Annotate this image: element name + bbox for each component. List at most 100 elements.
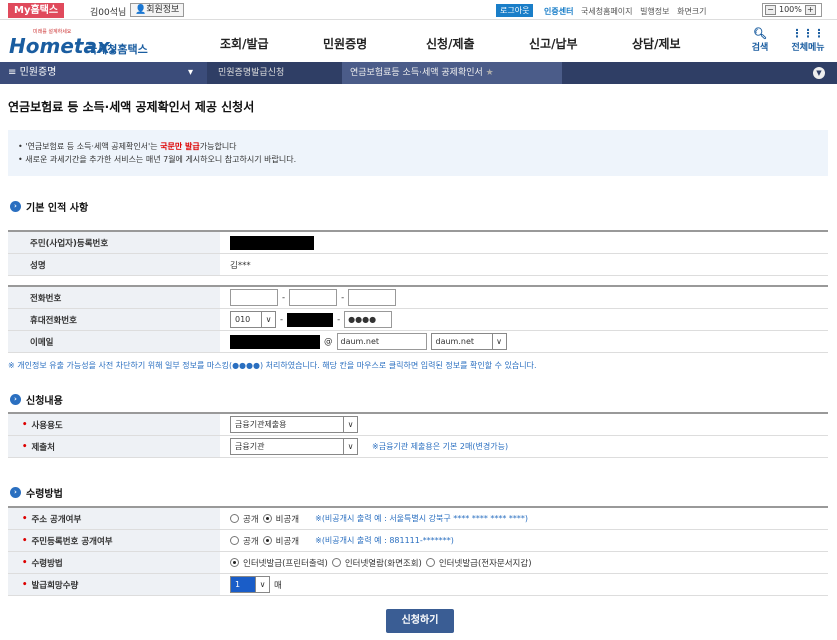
email-domain-select[interactable]: daum.net ∨: [430, 333, 507, 350]
search-button[interactable]: 🔍︎ 검색: [745, 27, 775, 53]
page-title: 연금보험료 등 소득·세액 공제확인서 제공 신청서: [8, 100, 255, 114]
table-row: • 수령방법 인터넷발급(프린터출력) 인터넷열람(화면조회) 인터넷발급(전자문…: [8, 552, 828, 574]
table-row: • 발급희망수량 1 ∨ 매: [8, 574, 828, 596]
email-domain-field[interactable]: daum.net: [336, 333, 427, 350]
method-label: • 수령방법: [8, 552, 220, 573]
usage-label: • 사용용도: [8, 414, 220, 435]
addr-note: ※(비공개시 출력 예 : 서울특별시 강북구 **** **** **** *…: [315, 514, 529, 523]
menu-application[interactable]: 신청/제출: [426, 35, 529, 52]
table-row: • 주소 공개여부 공개 비공개 ※(비공개시 출력 예 : 서울특별시 강북구 …: [8, 508, 828, 530]
addr-public-radio[interactable]: [230, 514, 239, 523]
law-info-link[interactable]: 빌행정보: [640, 7, 669, 16]
chevron-down-icon: ∨: [491, 334, 506, 349]
section-apply: › 신청내용: [10, 392, 63, 407]
table-row: 전화번호 - -: [8, 287, 828, 309]
person-icon: 👤: [135, 5, 147, 15]
table-row: 성명 김***: [8, 254, 828, 276]
top-menu: 조회/발급 민원증명 신청/제출 신고/납부 상담/제보: [220, 35, 735, 52]
table-row: • 제출처 금융기관 ∨ ※금융기관 제출용은 기본 2매(변경가능): [8, 436, 828, 458]
grid-icon: ⋮⋮⋮: [791, 27, 825, 40]
all-menu-button[interactable]: ⋮⋮⋮ 전체메뉴: [785, 27, 831, 53]
phone-field-3[interactable]: [348, 289, 397, 306]
mobile-middle-masked[interactable]: [287, 312, 334, 327]
mobile-label: 휴대전화번호: [8, 309, 220, 330]
rrn-public-radio[interactable]: [230, 536, 239, 545]
zoom-control: − 100% +: [762, 3, 822, 17]
submit-to-label: • 제출처: [8, 436, 220, 457]
cert-center-link[interactable]: 인증센터: [544, 7, 573, 16]
notice-box: • '연금보험료 등 소득·세액 공제확인서'는 국문만 발급가능합니다 • 새…: [8, 130, 828, 176]
circle-arrow-icon: ›: [10, 487, 21, 498]
nts-homepage-link[interactable]: 국세청홈페이지: [581, 7, 633, 16]
star-icon[interactable]: ★: [486, 68, 494, 78]
logo-brand-kr: 국세청홈택스: [87, 43, 148, 56]
submit-button[interactable]: 신청하기: [386, 609, 454, 633]
phone-label: 전화번호: [8, 287, 220, 308]
menu-inquiry[interactable]: 조회/발급: [220, 35, 323, 52]
dropdown-icon: ▾: [188, 67, 194, 78]
rrn-note: ※(비공개시 출력 예 : 881111-*******): [315, 536, 454, 545]
section-basic-info: › 기본 인적 사항: [10, 199, 88, 214]
basic-info-table: 주민(사업자)등록번호 성명 김***: [8, 230, 828, 276]
rrn-label: 주민(사업자)등록번호: [8, 232, 220, 253]
menu-icon: ≡: [8, 67, 20, 78]
submit-to-note: ※금융기관 제출용은 기본 2매(변경가능): [372, 442, 509, 451]
receive-table: • 주소 공개여부 공개 비공개 ※(비공개시 출력 예 : 서울특별시 강북구 …: [8, 506, 828, 596]
copies-label: • 발급희망수량: [8, 574, 220, 595]
top-links: 인증센터 국세청홈페이지 빌행정보 화면크기: [544, 6, 712, 17]
chevron-down-icon[interactable]: ▼: [813, 67, 825, 79]
name-value: 김***: [230, 260, 251, 271]
member-info-button[interactable]: 👤회원정보: [130, 3, 185, 17]
chevron-down-icon: ∨: [261, 312, 275, 327]
mobile-prefix-select[interactable]: 010 ∨: [230, 311, 276, 328]
logout-button[interactable]: 로그아웃: [496, 4, 534, 17]
section-receive: › 수령방법: [10, 485, 63, 500]
search-icon: 🔍︎: [753, 27, 767, 40]
circle-arrow-icon: ›: [10, 394, 21, 405]
contact-table: 전화번호 - - 휴대전화번호 010 ∨ - - ●●●● 이메일 @ daum.…: [8, 285, 828, 353]
phone-field-2[interactable]: [289, 289, 338, 306]
breadcrumb-sub1[interactable]: 민원증명발급신청: [218, 62, 284, 84]
breadcrumb-sub2[interactable]: 연금보험료등 소득·세액 공제확인서 ★: [342, 62, 562, 84]
rrn-private-radio[interactable]: [262, 536, 272, 545]
menu-report-pay[interactable]: 신고/납부: [529, 35, 632, 52]
chevron-down-icon: ∨: [255, 577, 269, 592]
circle-arrow-icon: ›: [10, 201, 21, 212]
menu-consult[interactable]: 상담/제보: [632, 35, 735, 52]
breadcrumb: ≡ 민원증명 ▾ 민원증명발급신청 연금보험료등 소득·세액 공제확인서 ★ ▼: [0, 62, 837, 84]
table-row: • 주민등록번호 공개여부 공개 비공개 ※(비공개시 출력 예 : 881111…: [8, 530, 828, 552]
mobile-last-field[interactable]: ●●●●: [344, 311, 393, 328]
table-row: 이메일 @ daum.net daum.net ∨: [8, 331, 828, 353]
main-nav: 미래를 설계하세요 Hometax. 국세청홈택스 조회/발급 민원증명 신청/…: [0, 22, 837, 62]
menu-certificate[interactable]: 민원증명: [323, 35, 426, 52]
hometax-logo[interactable]: 미래를 설계하세요 Hometax. 국세청홈택스: [9, 28, 169, 58]
apply-table: • 사용용도 금융기관제출용 ∨ • 제출처 금융기관 ∨ ※금융기관 제출용은 기본 2…: [8, 412, 828, 458]
table-row: • 사용용도 금융기관제출용 ∨: [8, 414, 828, 436]
copies-select[interactable]: 1 ∨: [230, 576, 270, 593]
mask-info-text: ※ 개인정보 유출 가능성을 사전 차단하기 위해 일부 정보를 마스킹(●●●…: [8, 361, 537, 370]
notice-line-2: • 새로운 과세기간을 추가한 서비스는 매년 7월에 게시하오니 참고하시기 …: [18, 155, 297, 164]
name-label: 성명: [8, 254, 220, 275]
rrn-masked-value[interactable]: [230, 235, 314, 250]
submit-to-select[interactable]: 금융기관 ∨: [230, 438, 358, 455]
zoom-in-button[interactable]: +: [804, 5, 816, 15]
myhome-button[interactable]: My홈택스: [8, 3, 65, 18]
screen-size-label: 화면크기: [677, 7, 707, 16]
method-wallet-radio[interactable]: [425, 558, 435, 567]
method-print-radio[interactable]: [230, 558, 239, 567]
email-label: 이메일: [8, 331, 220, 352]
addr-private-radio[interactable]: [262, 514, 272, 523]
breadcrumb-main[interactable]: ≡ 민원증명 ▾: [0, 62, 207, 84]
table-row: 휴대전화번호 010 ∨ - - ●●●●: [8, 309, 828, 331]
zoom-out-button[interactable]: −: [765, 5, 776, 15]
rrn-public-label: • 주민등록번호 공개여부: [8, 530, 220, 551]
addr-public-label: • 주소 공개여부: [8, 508, 220, 529]
top-bar: My홈택스 김00석님 👤회원정보 로그아웃 인증센터 국세청홈페이지 빌행정보…: [0, 0, 837, 20]
notice-line-1: • '연금보험료 등 소득·세액 공제확인서'는 국문만 발급가능합니다: [18, 142, 237, 151]
phone-field-1[interactable]: [230, 289, 278, 306]
usage-select[interactable]: 금융기관제출용 ∨: [230, 416, 358, 433]
method-view-radio[interactable]: [331, 558, 341, 567]
user-name: 김00석님: [90, 8, 127, 18]
table-row: 주민(사업자)등록번호: [8, 232, 828, 254]
email-id-masked[interactable]: [230, 334, 320, 349]
